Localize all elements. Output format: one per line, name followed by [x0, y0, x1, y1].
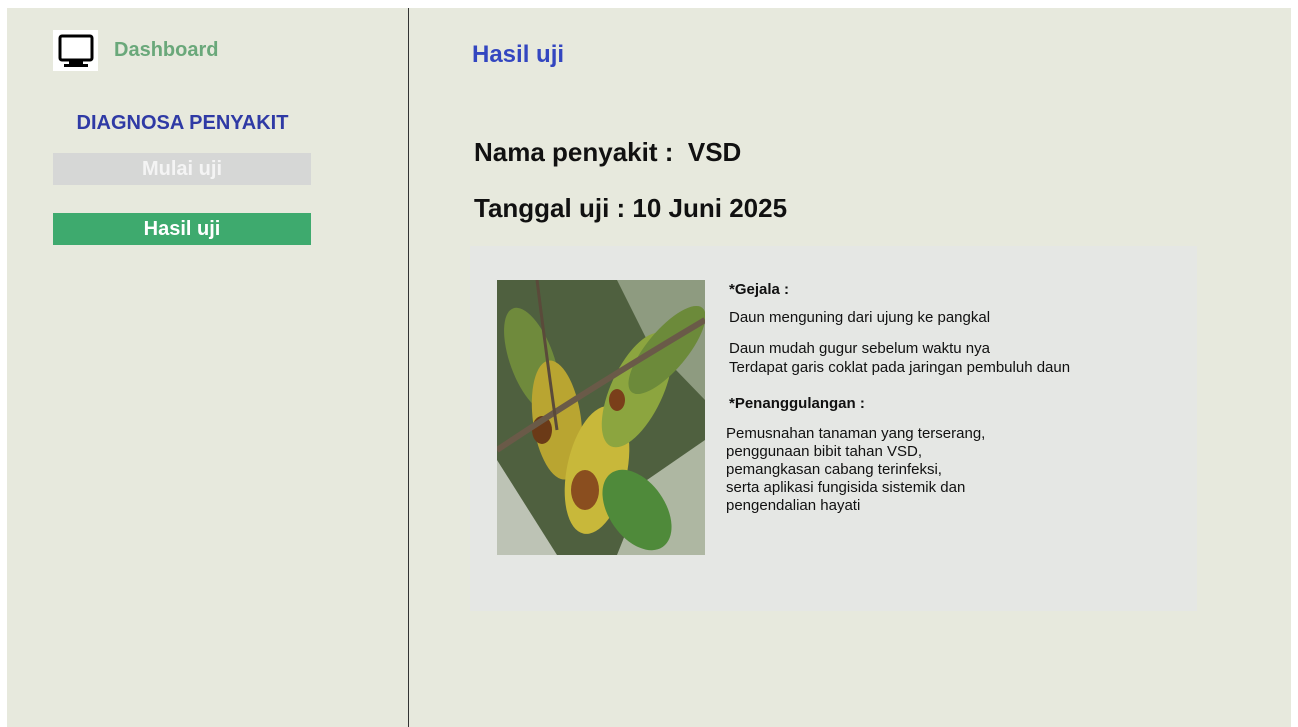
hasil-uji-button[interactable]: Hasil uji — [53, 213, 311, 245]
gejala-item: Daun menguning dari ujung ke pangkal — [729, 309, 991, 326]
penanggulangan-line: penggunaan bibit tahan VSD, — [726, 443, 922, 460]
sidebar-divider — [408, 8, 409, 727]
page-title: Hasil uji — [472, 41, 565, 68]
dashboard-label: Dashboard — [114, 39, 219, 61]
leaf-photo — [497, 280, 705, 555]
app-window: Dashboard DIAGNOSA PENYAKIT Mulai uji Ha… — [7, 8, 1291, 727]
gejala-item: Daun mudah gugur sebelum waktu nya — [729, 340, 990, 357]
details-panel: *Gejala : Daun menguning dari ujung ke p… — [726, 280, 1176, 515]
gejala-item: Terdapat garis coklat pada jaringan pemb… — [729, 359, 1071, 376]
gejala-header: *Gejala : — [729, 281, 790, 298]
penanggulangan-line: serta aplikasi fungisida sistemik dan — [726, 479, 966, 496]
monitor-icon — [53, 30, 98, 71]
result-card: *Gejala : Daun menguning dari ujung ke p… — [470, 246, 1197, 611]
penanggulangan-line: Pemusnahan tanaman yang terserang, — [726, 425, 986, 442]
test-date: Tanggal uji : 10 Juni 2025 — [474, 193, 788, 223]
penanggulangan-line: pemangkasan cabang terinfeksi, — [726, 461, 942, 478]
penanggulangan-header: *Penanggulangan : — [729, 395, 865, 412]
mulai-uji-button[interactable]: Mulai uji — [53, 153, 311, 185]
penanggulangan-text: Pemusnahan tanaman yang terserang, pengg… — [726, 425, 1176, 515]
section-title: DIAGNOSA PENYAKIT — [76, 112, 289, 134]
dashboard-link[interactable]: Dashboard — [53, 30, 218, 71]
disease-name: Nama penyakit : VSD — [474, 137, 742, 167]
penanggulangan-line: pengendalian hayati — [726, 497, 861, 514]
